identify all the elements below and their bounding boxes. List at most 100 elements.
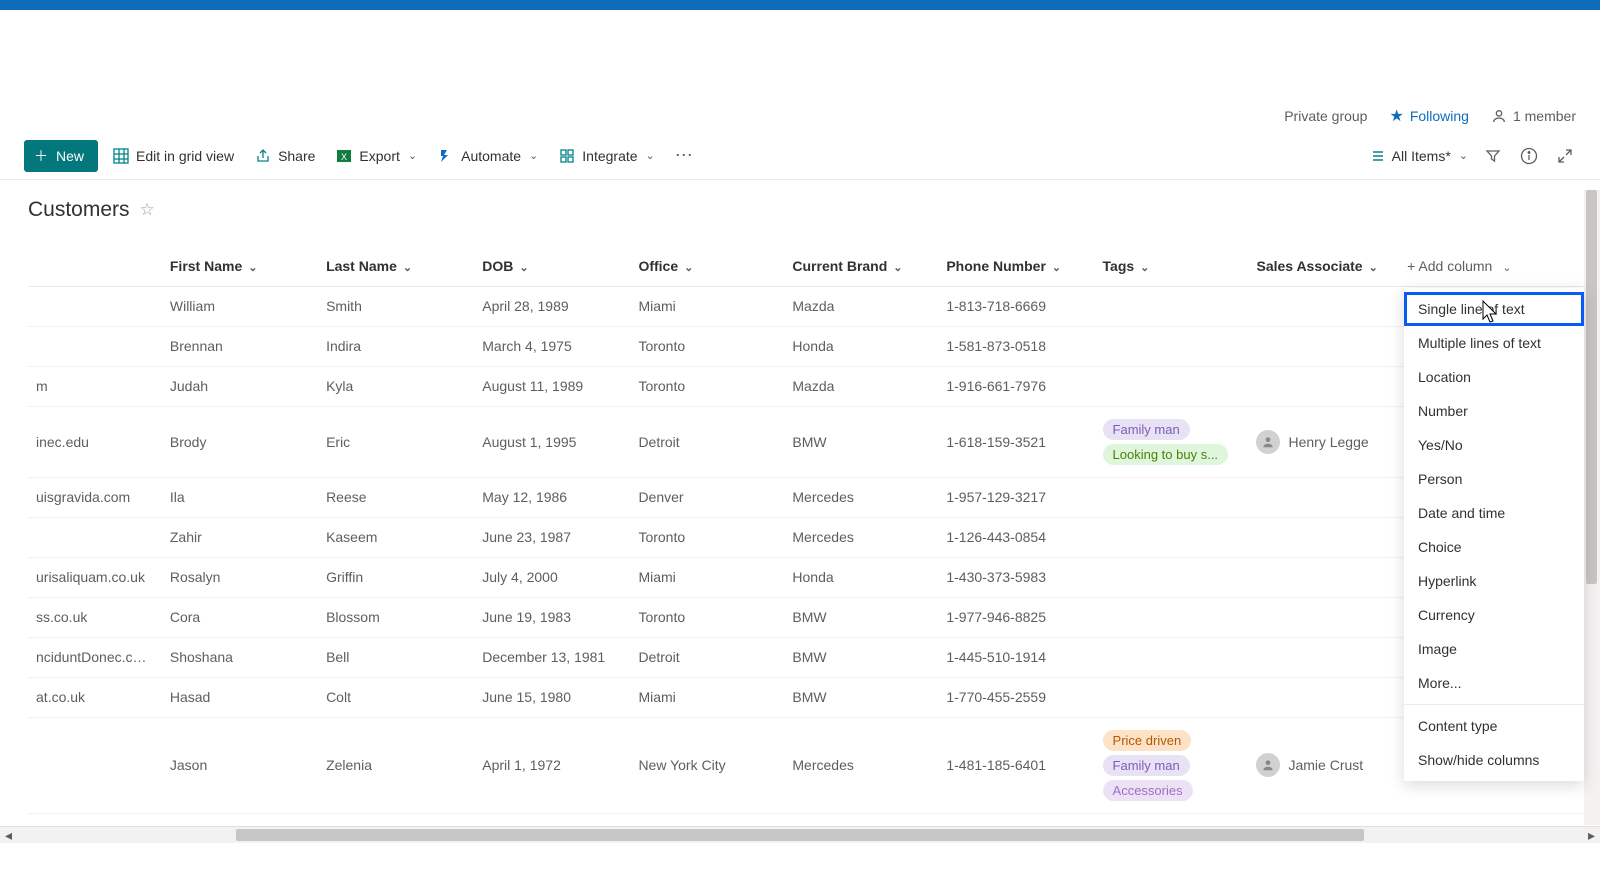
dob-cell: July 4, 2000 bbox=[474, 557, 630, 597]
new-button[interactable]: ＋ New bbox=[24, 140, 98, 172]
email-cell bbox=[28, 517, 162, 557]
phone-cell: 1-445-510-1914 bbox=[938, 637, 1094, 677]
table-row[interactable]: urisaliquam.co.ukRosalynGriffinJuly 4, 2… bbox=[28, 557, 1600, 597]
col-dob[interactable]: DOB⌄ bbox=[474, 246, 630, 286]
phone-cell: 1-581-873-0518 bbox=[938, 326, 1094, 366]
info-icon bbox=[1520, 147, 1538, 165]
command-bar: ＋ New Edit in grid view Share X Export ⌄ bbox=[0, 132, 1600, 180]
scrollbar-thumb[interactable] bbox=[1586, 190, 1597, 584]
assoc-cell bbox=[1248, 286, 1399, 326]
table-row[interactable]: BrennanIndiraMarch 4, 1975TorontoHonda1-… bbox=[28, 326, 1600, 366]
plus-icon: ＋ bbox=[34, 146, 48, 166]
chevron-down-icon: ⌄ bbox=[1369, 262, 1378, 274]
brand-cell: BMW bbox=[784, 406, 938, 477]
edit-grid-button[interactable]: Edit in grid view bbox=[106, 143, 240, 169]
table-row[interactable]: at.co.ukHasadColtJune 15, 1980MiamiBMW1-… bbox=[28, 677, 1600, 717]
col-brand[interactable]: Current Brand⌄ bbox=[784, 246, 938, 286]
person-chip: Henry Legge bbox=[1256, 430, 1391, 454]
tags-cell: Price drivenFamily manAccessories bbox=[1095, 717, 1249, 813]
last-name-cell: Kaseem bbox=[318, 517, 474, 557]
star-icon: ★ bbox=[1389, 106, 1403, 126]
share-button[interactable]: Share bbox=[248, 143, 321, 169]
first-name-cell: Brennan bbox=[162, 326, 318, 366]
scrollbar-track[interactable] bbox=[17, 827, 1583, 843]
column-type-option[interactable]: Image bbox=[1404, 632, 1584, 666]
scroll-right-arrow[interactable]: ▸ bbox=[1583, 827, 1600, 844]
first-name-cell: Hasad bbox=[162, 677, 318, 717]
column-type-option[interactable]: Single line of text bbox=[1404, 292, 1584, 326]
members-link[interactable]: 1 member bbox=[1491, 108, 1576, 124]
office-cell: Detroit bbox=[630, 637, 784, 677]
col-first-name[interactable]: First Name⌄ bbox=[162, 246, 318, 286]
scroll-left-arrow[interactable]: ◂ bbox=[0, 827, 17, 844]
col-tags[interactable]: Tags⌄ bbox=[1095, 246, 1249, 286]
col-office[interactable]: Office⌄ bbox=[630, 246, 784, 286]
brand-cell: Honda bbox=[784, 326, 938, 366]
col-label: First Name bbox=[170, 258, 242, 274]
following-label: Following bbox=[1410, 108, 1469, 124]
scrollbar-thumb[interactable] bbox=[236, 829, 1364, 841]
office-cell: Detroit bbox=[630, 406, 784, 477]
chevron-down-icon: ⌄ bbox=[403, 262, 412, 274]
col-last-name[interactable]: Last Name⌄ bbox=[318, 246, 474, 286]
info-button[interactable] bbox=[1518, 145, 1540, 167]
flow-icon bbox=[437, 147, 455, 165]
office-cell: Toronto bbox=[630, 366, 784, 406]
phone-cell: 1-916-661-7976 bbox=[938, 366, 1094, 406]
favorite-star-button[interactable]: ☆ bbox=[140, 200, 155, 220]
table-row[interactable]: mJudahKylaAugust 11, 1989TorontoMazda1-9… bbox=[28, 366, 1600, 406]
table-row[interactable]: JasonZeleniaApril 1, 1972New York CityMe… bbox=[28, 717, 1600, 813]
plus-icon: + bbox=[1407, 258, 1415, 274]
view-selector[interactable]: All Items* ⌄ bbox=[1370, 148, 1468, 164]
column-type-option[interactable]: Yes/No bbox=[1404, 428, 1584, 462]
avatar bbox=[1256, 753, 1280, 777]
assoc-cell bbox=[1248, 597, 1399, 637]
table-row[interactable]: WilliamSmithApril 28, 1989MiamiMazda1-81… bbox=[28, 286, 1600, 326]
table-row[interactable]: ss.co.ukCoraBlossomJune 19, 1983TorontoB… bbox=[28, 597, 1600, 637]
dob-cell: June 23, 1987 bbox=[474, 517, 630, 557]
column-type-option[interactable]: Number bbox=[1404, 394, 1584, 428]
first-name-cell: Shoshana bbox=[162, 637, 318, 677]
tags-cell bbox=[1095, 477, 1249, 517]
column-type-option[interactable]: Date and time bbox=[1404, 496, 1584, 530]
column-type-option[interactable]: Person bbox=[1404, 462, 1584, 496]
column-type-option[interactable]: More... bbox=[1404, 666, 1584, 700]
column-type-option[interactable]: Content type bbox=[1404, 709, 1584, 743]
horizontal-scrollbar[interactable]: ◂ ▸ bbox=[0, 826, 1600, 843]
email-cell: urisaliquam.co.uk bbox=[28, 557, 162, 597]
following-toggle[interactable]: ★ Following bbox=[1389, 106, 1468, 126]
column-type-option[interactable]: Choice bbox=[1404, 530, 1584, 564]
avatar bbox=[1256, 430, 1280, 454]
vertical-scrollbar[interactable] bbox=[1584, 190, 1600, 825]
col-phone[interactable]: Phone Number⌄ bbox=[938, 246, 1094, 286]
table-row[interactable]: ZahirKaseemJune 23, 1987TorontoMercedes1… bbox=[28, 517, 1600, 557]
excel-icon: X bbox=[335, 147, 353, 165]
col-assoc[interactable]: Sales Associate⌄ bbox=[1248, 246, 1399, 286]
expand-button[interactable] bbox=[1554, 145, 1576, 167]
assoc-cell bbox=[1248, 557, 1399, 597]
svg-text:X: X bbox=[341, 152, 347, 162]
column-type-option[interactable]: Currency bbox=[1404, 598, 1584, 632]
column-type-option[interactable]: Hyperlink bbox=[1404, 564, 1584, 598]
phone-cell: 1-813-718-6669 bbox=[938, 286, 1094, 326]
automate-button[interactable]: Automate ⌄ bbox=[431, 143, 544, 169]
col-label: Current Brand bbox=[792, 258, 887, 274]
more-actions-button[interactable]: ⋯ bbox=[669, 143, 699, 168]
brand-cell: Honda bbox=[784, 557, 938, 597]
email-cell: nciduntDonec.co.uk bbox=[28, 637, 162, 677]
table-row[interactable]: inec.eduBrodyEricAugust 1, 1995DetroitBM… bbox=[28, 406, 1600, 477]
filter-button[interactable] bbox=[1482, 145, 1504, 167]
last-name-cell: Colt bbox=[318, 677, 474, 717]
chevron-down-icon: ⌄ bbox=[529, 149, 538, 162]
table-row[interactable]: uisgravida.comIlaReeseMay 12, 1986Denver… bbox=[28, 477, 1600, 517]
table-row[interactable]: nciduntDonec.co.ukShoshanaBellDecember 1… bbox=[28, 637, 1600, 677]
add-column-button[interactable]: + Add column ⌄ bbox=[1399, 246, 1600, 286]
integrate-button[interactable]: Integrate ⌄ bbox=[552, 143, 660, 169]
column-type-option[interactable]: Multiple lines of text bbox=[1404, 326, 1584, 360]
col-email[interactable] bbox=[28, 246, 162, 286]
brand-cell: BMW bbox=[784, 637, 938, 677]
tags-cell bbox=[1095, 517, 1249, 557]
column-type-option[interactable]: Show/hide columns bbox=[1404, 743, 1584, 777]
column-type-option[interactable]: Location bbox=[1404, 360, 1584, 394]
export-button[interactable]: X Export ⌄ bbox=[329, 143, 423, 169]
